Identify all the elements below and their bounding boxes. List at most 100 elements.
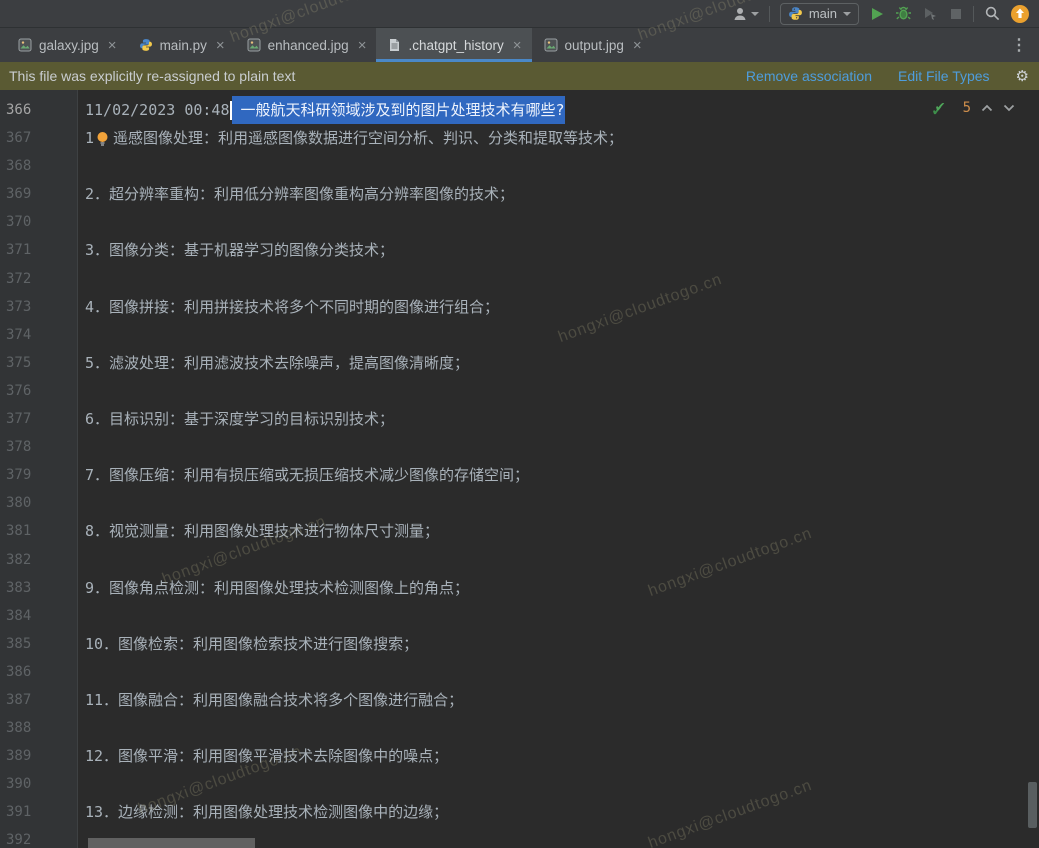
line-content: 10．图像检索：利用图像检索技术进行图像搜索； xyxy=(79,630,418,658)
line-number: 391 xyxy=(0,798,79,826)
line-number: 366 xyxy=(0,96,79,124)
search-icon[interactable] xyxy=(984,5,1001,22)
tab-main-py[interactable]: main.py × xyxy=(127,28,235,62)
line-text: 5．滤波处理：利用滤波技术去除噪声，提高图像清晰度； xyxy=(85,349,469,377)
line-number: 382 xyxy=(0,546,79,574)
matches-check-icon: ✔ ✔ xyxy=(933,99,953,117)
tab-label: output.jpg xyxy=(565,38,624,53)
line-text: 3．图像分类：基于机器学习的图像分类技术； xyxy=(85,236,394,264)
editor-line: 3797．图像压缩：利用有损压缩或无损压缩技术减少图像的存储空间； xyxy=(0,461,1039,489)
line-text: 4．图像拼接：利用拼接技术将多个不同时期的图像进行组合； xyxy=(85,293,499,321)
user-icon xyxy=(732,6,748,22)
line-content xyxy=(79,602,85,630)
editor-line: 3839．图像角点检测：利用图像处理技术检测图像上的角点； xyxy=(0,574,1039,602)
line-number: 370 xyxy=(0,208,79,236)
image-file-icon xyxy=(247,38,261,52)
line-content: 8．视觉测量：利用图像处理技术进行物体尺寸测量； xyxy=(79,517,439,545)
line-number: 387 xyxy=(0,686,79,714)
tab-label: main.py xyxy=(160,38,207,53)
line-content: 1遥感图像处理：利用遥感图像数据进行空间分析、判识、分类和提取等技术； xyxy=(79,124,623,152)
run-configuration-selector[interactable]: main xyxy=(780,3,859,25)
line-content xyxy=(79,265,85,293)
editor-line: 382 xyxy=(0,546,1039,574)
gear-icon[interactable]: ⚙ xyxy=(1016,67,1029,85)
line-text: 6．目标识别：基于深度学习的目标识别技术； xyxy=(85,405,394,433)
line-number: 376 xyxy=(0,377,79,405)
editor-line: 376 xyxy=(0,377,1039,405)
debug-button[interactable] xyxy=(895,5,912,22)
image-file-icon xyxy=(18,38,32,52)
line-content xyxy=(79,321,85,349)
tab-galaxy-jpg[interactable]: galaxy.jpg× xyxy=(6,28,127,62)
line-content: 9．图像角点检测：利用图像处理技术检测图像上的角点； xyxy=(79,574,469,602)
editor-lines: 36611/02/2023 00:48 一般航天科研领域涉及到的图片处理技术有哪… xyxy=(0,96,1039,848)
run-button[interactable] xyxy=(869,6,885,22)
editor-line: 36611/02/2023 00:48 一般航天科研领域涉及到的图片处理技术有哪… xyxy=(0,96,1039,124)
run-configuration-name: main xyxy=(809,6,837,21)
vertical-scrollbar-thumb[interactable] xyxy=(1028,782,1037,828)
editor-line: 3713．图像分类：基于机器学习的图像分类技术； xyxy=(0,236,1039,264)
tab-enhanced-jpg[interactable]: enhanced.jpg× xyxy=(235,28,377,62)
editor-line: 380 xyxy=(0,489,1039,517)
line-number: 389 xyxy=(0,742,79,770)
line-content xyxy=(79,152,85,180)
line-content: 4．图像拼接：利用拼接技术将多个不同时期的图像进行组合； xyxy=(79,293,499,321)
close-tab-icon[interactable]: × xyxy=(513,38,522,53)
line-text: 10．图像检索：利用图像检索技术进行图像搜索； xyxy=(85,630,418,658)
editor-line: 386 xyxy=(0,658,1039,686)
stop-button[interactable] xyxy=(949,7,963,21)
line-number: 392 xyxy=(0,826,79,848)
remove-association-link[interactable]: Remove association xyxy=(746,68,872,84)
user-menu-button[interactable] xyxy=(732,6,759,22)
line-content xyxy=(79,433,85,461)
line-text: 13．边缘检测：利用图像处理技术检测图像中的边缘； xyxy=(85,798,448,826)
update-available-icon[interactable] xyxy=(1011,5,1029,23)
close-tab-icon[interactable]: × xyxy=(108,38,117,53)
close-tab-icon[interactable]: × xyxy=(633,38,642,53)
editor-line: 38711．图像融合：利用图像融合技术将多个图像进行融合； xyxy=(0,686,1039,714)
editor-line: 388 xyxy=(0,714,1039,742)
edit-file-types-link[interactable]: Edit File Types xyxy=(898,68,990,84)
line-content xyxy=(79,546,85,574)
next-match-button[interactable] xyxy=(1003,104,1015,112)
line-text: 11/02/2023 00:48 xyxy=(85,96,230,124)
line-number: 377 xyxy=(0,405,79,433)
line-content xyxy=(79,208,85,236)
line-content: 7．图像压缩：利用有损压缩或无损压缩技术减少图像的存储空间； xyxy=(79,461,529,489)
line-content xyxy=(79,770,85,798)
line-number: 368 xyxy=(0,152,79,180)
line-content: 3．图像分类：基于机器学习的图像分类技术； xyxy=(79,236,394,264)
banner-message: This file was explicitly re-assigned to … xyxy=(9,68,295,84)
line-number: 378 xyxy=(0,433,79,461)
line-content: 2．超分辨率重构：利用低分辨率图像重构高分辨率图像的技术； xyxy=(79,180,514,208)
tab-options-icon[interactable]: ⋮ xyxy=(999,35,1039,55)
toolbar-separator xyxy=(769,6,770,22)
close-tab-icon[interactable]: × xyxy=(358,38,367,53)
plain-text-banner: This file was explicitly re-assigned to … xyxy=(0,62,1039,90)
editor-area[interactable]: 36611/02/2023 00:48 一般航天科研领域涉及到的图片处理技术有哪… xyxy=(0,90,1039,848)
tab-output-jpg[interactable]: output.jpg × xyxy=(532,28,652,62)
close-tab-icon[interactable]: × xyxy=(216,38,225,53)
match-navigation-widget: ✔ ✔ 5 xyxy=(933,97,1015,119)
line-content xyxy=(79,658,85,686)
editor-line: 3755．滤波处理：利用滤波技术去除噪声，提高图像清晰度； xyxy=(0,349,1039,377)
line-content: 12．图像平滑：利用图像平滑技术去除图像中的噪点； xyxy=(79,742,448,770)
line-number: 380 xyxy=(0,489,79,517)
chevron-down-icon xyxy=(843,12,851,16)
line-number: 384 xyxy=(0,602,79,630)
line-content: 6．目标识别：基于深度学习的目标识别技术； xyxy=(79,405,394,433)
line-content xyxy=(79,377,85,405)
editor-line: 372 xyxy=(0,265,1039,293)
previous-match-button[interactable] xyxy=(981,104,993,112)
line-text: 7．图像压缩：利用有损压缩或无损压缩技术减少图像的存储空间； xyxy=(85,461,529,489)
python-logo-icon xyxy=(788,6,803,21)
line-content xyxy=(79,826,85,848)
editor-line: 368 xyxy=(0,152,1039,180)
match-count: 5 xyxy=(963,100,971,116)
line-text: 9．图像角点检测：利用图像处理技术检测图像上的角点； xyxy=(85,574,469,602)
intention-bulb-icon[interactable] xyxy=(95,130,110,147)
line-text: 11．图像融合：利用图像融合技术将多个图像进行融合； xyxy=(85,686,463,714)
line-number: 372 xyxy=(0,265,79,293)
tab-chatgpt-history[interactable]: .chatgpt_history× xyxy=(376,28,531,62)
profiler-button[interactable] xyxy=(922,5,939,22)
